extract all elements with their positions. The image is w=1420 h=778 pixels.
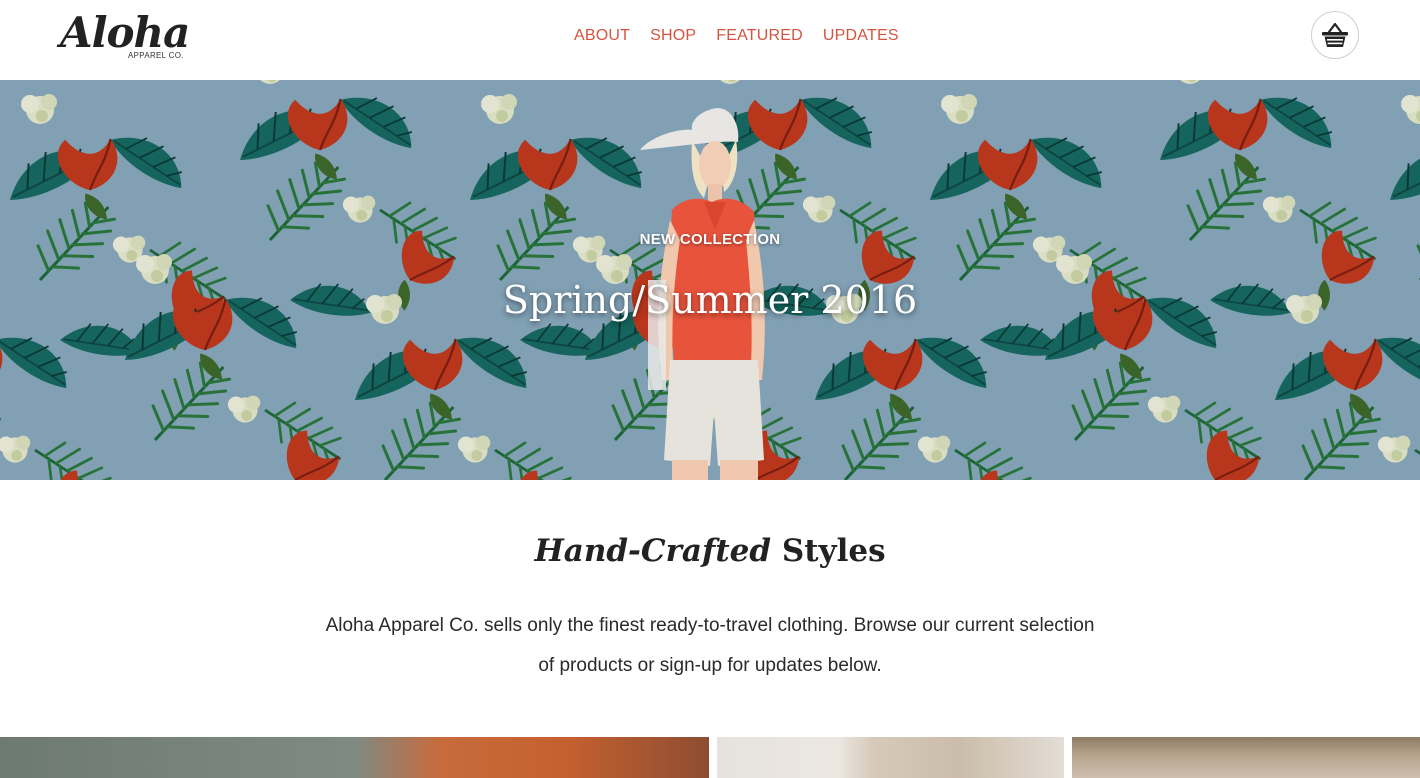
- main-nav: ABOUT SHOP FEATURED UPDATES: [574, 25, 899, 47]
- basket-icon: [1322, 22, 1348, 47]
- intro-paragraph: Aloha Apparel Co. sells only the finest …: [325, 615, 1095, 676]
- section-heading: Hand-Crafted Styles: [0, 530, 1420, 572]
- hero-title: Spring/Summer 2016: [502, 278, 918, 322]
- nav-link-about[interactable]: ABOUT: [574, 25, 630, 47]
- site-header: Aloha APPAREL CO. ABOUT SHOP FEATURED UP…: [0, 0, 1420, 80]
- heading-italic-part: Hand-Crafted: [534, 533, 772, 569]
- cart-button[interactable]: [1311, 11, 1359, 59]
- logo-subtitle: APPAREL CO.: [128, 51, 184, 60]
- product-tile-2[interactable]: [717, 737, 1064, 778]
- hero-banner: NEW COLLECTION Spring/Summer 2016: [0, 80, 1420, 480]
- nav-link-featured[interactable]: FEATURED: [716, 25, 803, 47]
- brand-logo[interactable]: Aloha APPAREL CO.: [60, 8, 190, 64]
- product-tile-1[interactable]: [0, 737, 709, 778]
- hero-eyebrow: NEW COLLECTION: [639, 231, 781, 248]
- product-tiles: [0, 737, 1420, 778]
- nav-link-updates[interactable]: UPDATES: [823, 25, 899, 47]
- heading-bold-part: Styles: [781, 533, 886, 569]
- nav-link-shop[interactable]: SHOP: [650, 25, 696, 47]
- product-tile-3[interactable]: [1072, 737, 1420, 778]
